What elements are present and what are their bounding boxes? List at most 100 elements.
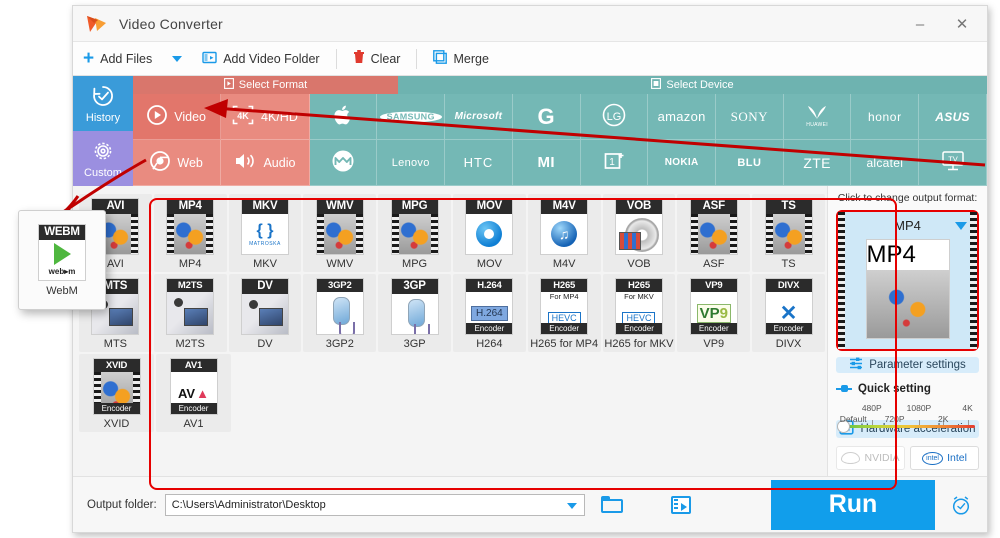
quality-1080p: 1080P xyxy=(906,403,932,413)
format-label: AV1 xyxy=(183,418,204,430)
device-tile-lg[interactable]: LG xyxy=(580,94,649,140)
device-tile-apple[interactable] xyxy=(309,94,378,140)
thumb-tag: MOV xyxy=(466,199,513,214)
thumb-tag: H265 xyxy=(615,279,662,292)
quality-2k: 2K xyxy=(938,414,949,424)
merge-button[interactable]: Merge xyxy=(423,42,498,76)
htc-logo: HTC xyxy=(463,155,494,170)
device-tile-google[interactable]: G xyxy=(512,94,581,140)
chevron-down-icon[interactable] xyxy=(566,502,577,509)
sidebar-item-custom[interactable]: Custom xyxy=(73,131,133,186)
format-item-h264[interactable]: H.264 H.264 Encoder H264 xyxy=(452,274,526,352)
format-item-h265-mkv[interactable]: H265 For MKV HEVC Encoder H265 for MKV xyxy=(602,274,676,352)
nvidia-toggle[interactable]: NVIDIA xyxy=(836,446,905,470)
slider-track[interactable] xyxy=(842,425,975,428)
select-format-label: Select Format xyxy=(238,79,308,91)
lg-icon: LG xyxy=(602,103,626,130)
alarm-clock-icon[interactable] xyxy=(935,480,987,530)
thumb-tag: H.264 xyxy=(466,279,513,292)
format-item-av1[interactable]: AV1 AV ▲ Encoder AV1 xyxy=(156,354,231,432)
add-video-folder-label: Add Video Folder xyxy=(223,51,320,66)
device-tile-xiaomi[interactable]: MI xyxy=(512,140,581,186)
device-tile-amazon[interactable]: amazon xyxy=(648,94,716,140)
device-tile-huawei[interactable]: HUAWEI xyxy=(783,94,852,140)
run-button[interactable]: Run xyxy=(771,479,935,530)
thumb-tag: MPG xyxy=(391,199,438,214)
output-folder-input[interactable]: C:\Users\Administrator\Desktop xyxy=(164,493,585,516)
format-item-mkv[interactable]: MKV { } MATROSKA MKV xyxy=(228,194,302,272)
chevron-down-icon[interactable] xyxy=(955,222,967,230)
nokia-logo: NOKIA xyxy=(664,157,699,168)
add-files-button[interactable]: + Add Files xyxy=(73,42,162,76)
add-video-folder-button[interactable]: Add Video Folder xyxy=(192,42,329,76)
format-label: TS xyxy=(781,258,796,270)
format-item-vp9[interactable]: VP9 VP9 Encoder VP9 xyxy=(677,274,751,352)
device-tile-tv[interactable]: TV xyxy=(919,140,987,186)
device-tile-samsung[interactable]: SAMSUNG xyxy=(377,94,446,140)
format-item-asf[interactable]: ASF ASF xyxy=(677,194,751,272)
device-tile-lenovo[interactable]: Lenovo xyxy=(377,140,446,186)
format-item-dv[interactable]: DV DV xyxy=(228,274,302,352)
format-item-m2ts[interactable]: M2TS M2TS xyxy=(153,274,227,352)
format-item-mpg[interactable]: MPG MPG xyxy=(378,194,451,272)
format-item-ts[interactable]: TS TS xyxy=(752,194,825,272)
clear-button[interactable]: Clear xyxy=(343,42,411,76)
format-item-divx[interactable]: DIVX ✕ Encoder DIVX xyxy=(752,274,825,352)
webm-format-popup[interactable]: WEBM web▸m WebM xyxy=(18,210,106,310)
category-tile-web[interactable]: Web xyxy=(133,140,222,186)
encoder-badge: Encoder xyxy=(690,323,737,334)
quality-slider[interactable]: 480P 1080P 4K Default 720P 2K xyxy=(836,403,979,433)
device-tile-asus[interactable]: ASUS xyxy=(919,94,987,140)
format-item-m4v[interactable]: M4V M4V xyxy=(527,194,601,272)
thumb-tag: MP4 xyxy=(167,199,214,214)
format-item-vob[interactable]: VOB VOB xyxy=(602,194,676,272)
device-tile-microsoft[interactable]: Microsoft xyxy=(445,94,513,140)
format-item-mov[interactable]: MOV MOV xyxy=(452,194,526,272)
device-tile-nokia[interactable]: NOKIA xyxy=(648,140,716,186)
sidebar-item-history-label: History xyxy=(85,111,121,124)
category-tile-4khd[interactable]: 4K 4K/HD xyxy=(221,94,310,140)
format-row-1: AVI AVI MP4 MP4 MKV { } MATROSKA MKV WMV… xyxy=(79,194,827,274)
format-item-3gp2[interactable]: 3GP2 3GP2 xyxy=(303,274,377,352)
intel-toggle[interactable]: intel Intel xyxy=(910,446,979,470)
close-button[interactable]: ✕ xyxy=(941,6,983,42)
category-tile-video[interactable]: Video xyxy=(133,94,222,140)
parameter-settings-button[interactable]: Parameter settings xyxy=(836,357,979,373)
format-label: MOV xyxy=(476,258,502,270)
play-circle-icon xyxy=(147,105,168,128)
matroska-wordmark: MATROSKA xyxy=(249,240,281,247)
vp9-thumbnail: VP9 VP9 Encoder xyxy=(689,278,738,335)
google-logo: G xyxy=(537,103,555,129)
device-tile-motorola[interactable] xyxy=(309,140,378,186)
intel-icon: intel xyxy=(922,451,944,465)
minimize-button[interactable]: – xyxy=(899,6,941,42)
device-tile-zte[interactable]: ZTE xyxy=(783,140,852,186)
format-item-3gp[interactable]: 3GP 3GP xyxy=(378,274,451,352)
output-format-selector[interactable]: MP4 MP4 xyxy=(836,210,979,351)
folder-icon[interactable] xyxy=(600,496,623,513)
quality-4k: 4K xyxy=(962,403,973,413)
device-tile-alcatel[interactable]: alcatel xyxy=(851,140,920,186)
device-tile-htc[interactable]: HTC xyxy=(445,140,513,186)
av1-icon: AV ▲ xyxy=(178,385,209,401)
device-tile-honor[interactable]: honor xyxy=(851,94,920,140)
format-item-xvid[interactable]: XVID Encoder XVID xyxy=(79,354,154,432)
device-tile-sony[interactable]: SONY xyxy=(716,94,784,140)
format-item-mp4[interactable]: MP4 MP4 xyxy=(153,194,227,272)
category-tile-audio[interactable]: Audio xyxy=(221,140,310,186)
format-grid: AVI AVI MP4 MP4 MKV { } MATROSKA MKV WMV… xyxy=(73,186,827,476)
parameter-settings-label: Parameter settings xyxy=(869,359,966,371)
xvid-thumbnail: XVID Encoder xyxy=(92,358,141,415)
sidebar-item-history[interactable]: History xyxy=(73,76,133,131)
svg-text:LG: LG xyxy=(607,111,622,123)
device-tile-oneplus[interactable]: 1 xyxy=(580,140,649,186)
add-files-dropdown-button[interactable] xyxy=(162,42,192,76)
output-format-thumbnail: MP4 xyxy=(865,239,950,339)
3gp-thumbnail: 3GP xyxy=(390,278,439,335)
device-tile-blu[interactable]: BLU xyxy=(716,140,784,186)
format-item-h265-mp4[interactable]: H265 For MP4 HEVC Encoder H265 for MP4 xyxy=(527,274,601,352)
film-folder-icon[interactable] xyxy=(670,495,691,514)
output-format-name: MP4 xyxy=(894,218,921,233)
window-controls: – ✕ xyxy=(899,6,983,42)
format-item-wmv[interactable]: WMV WMV xyxy=(303,194,377,272)
